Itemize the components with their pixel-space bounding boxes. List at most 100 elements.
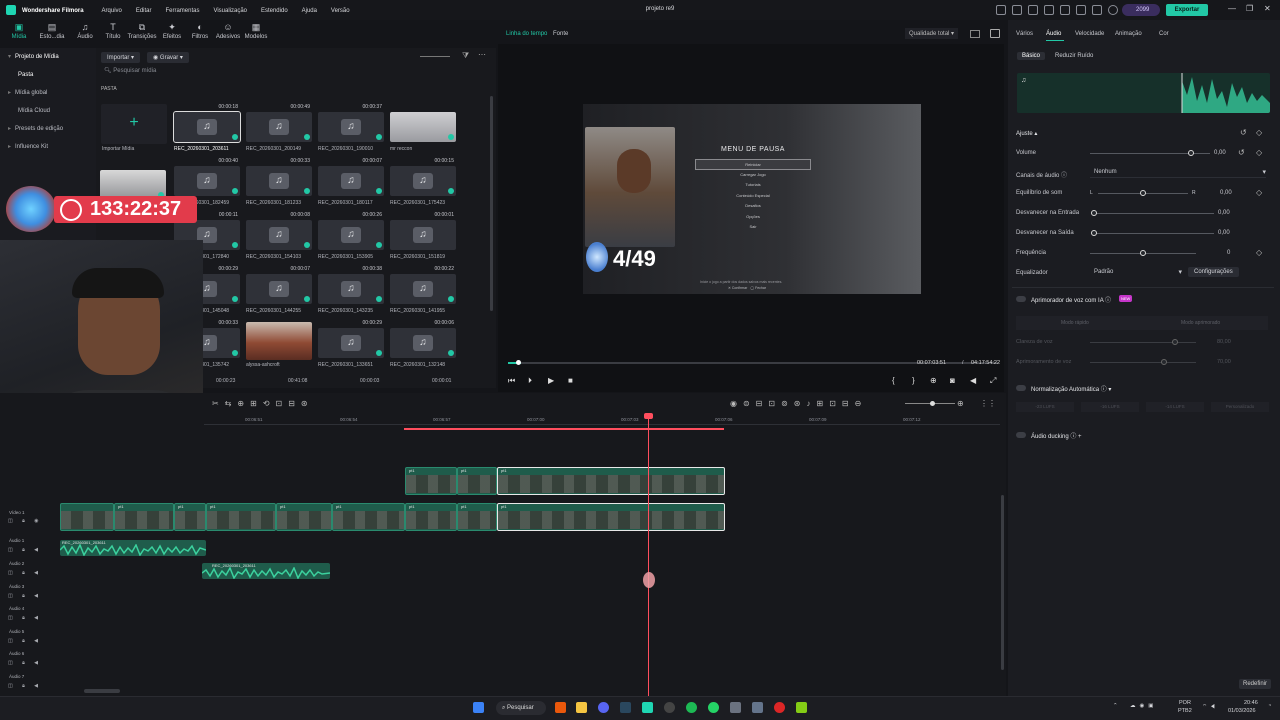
- more-icon[interactable]: ⋮⋮: [980, 399, 996, 408]
- sidebar-item-midia-cloud[interactable]: Mídia Cloud: [0, 102, 96, 120]
- ducking-toggle[interactable]: [1016, 432, 1026, 438]
- tab-animacao[interactable]: Animação: [1115, 31, 1142, 37]
- tab-stock-media[interactable]: ▤ Esto...dia: [37, 22, 67, 40]
- menu-ajuda[interactable]: Ajuda: [302, 8, 317, 14]
- taskbar-search[interactable]: ⌕ Pesquisar: [496, 701, 546, 715]
- timeline-toolbar-right[interactable]: ◉⊜⊟⊡⊚⊛♪⊞⊡⊟⊖: [730, 399, 867, 408]
- equalizer-config-button[interactable]: Configurações: [1188, 267, 1239, 277]
- fullscreen-icon[interactable]: ⤢: [990, 376, 996, 386]
- lufs-option[interactable]: -14 LUFS: [1146, 402, 1204, 412]
- sidebar-item-midia-global[interactable]: ▸ Mídia global: [0, 84, 96, 102]
- volume-knob[interactable]: [1187, 150, 1194, 156]
- opera-icon[interactable]: [774, 702, 785, 713]
- stop-icon[interactable]: ■: [568, 376, 573, 385]
- video-clip[interactable]: pt1: [114, 503, 174, 531]
- sidebar-item-influence-kit[interactable]: ▸ Influence Kit: [0, 138, 96, 156]
- search-media[interactable]: 🔍︎ Pesquisar mídia: [104, 67, 156, 74]
- reset-button[interactable]: Redefinir: [1239, 679, 1272, 689]
- search-input[interactable]: Pesquisar mídia: [113, 68, 156, 74]
- brave-browser-icon[interactable]: [555, 702, 566, 713]
- discord-icon[interactable]: [598, 702, 609, 713]
- tray-icons[interactable]: ☁◉▣: [1130, 703, 1158, 709]
- app-icon[interactable]: [730, 702, 741, 713]
- media-item[interactable]: [390, 112, 456, 142]
- fade-out-knob[interactable]: [1091, 230, 1097, 236]
- keyframe-icon[interactable]: ◇: [1256, 128, 1262, 137]
- ai-voice-mode-switch[interactable]: [1016, 316, 1268, 330]
- tab-modelos[interactable]: ▦ Modelos: [241, 22, 271, 40]
- grid-view-icon[interactable]: [970, 30, 980, 38]
- mode-enhanced[interactable]: Modo aprimorado: [1181, 320, 1220, 326]
- media-item[interactable]: 00:00:18 ♫: [173, 104, 241, 143]
- credits-badge[interactable]: 2099: [1122, 4, 1160, 16]
- track-controls[interactable]: ◫ 🔒︎ ◀: [8, 547, 42, 553]
- volume-value[interactable]: 0,00: [1214, 150, 1226, 156]
- channels-dropdown[interactable]: Nenhum ▾: [1090, 168, 1266, 178]
- keyframe-icon[interactable]: ◇: [1256, 248, 1262, 257]
- notepad-icon[interactable]: [796, 702, 807, 713]
- track-controls[interactable]: ◫ 🔒︎ ◀: [8, 660, 42, 666]
- windows-start-icon[interactable]: [473, 702, 484, 713]
- clarity-knob[interactable]: [1171, 339, 1178, 345]
- play-icon[interactable]: ▶: [548, 376, 554, 385]
- media-item[interactable]: 00:00:37 ♫: [318, 104, 384, 142]
- media-item[interactable]: 00:00:38 ♫: [318, 266, 384, 304]
- media-item[interactable]: 00:00:33 ♫: [246, 158, 312, 196]
- keyframe-icon[interactable]: ◇: [1256, 188, 1262, 197]
- tab-efeitos[interactable]: ✦ Efeitos: [157, 22, 187, 40]
- timeline-toolbar[interactable]: ✂⇆⊕⊞⟲⊡⊟⊛: [212, 399, 314, 408]
- video-clip-selected[interactable]: pt1: [497, 503, 725, 531]
- media-item[interactable]: 00:00:40 ♫: [174, 158, 240, 196]
- subtab-reduzir-ruido[interactable]: Reduzir Ruído: [1050, 52, 1098, 60]
- media-item[interactable]: 00:00:26 ♫: [318, 212, 384, 250]
- sidebar-item-presets[interactable]: ▸ Presets de edição: [0, 120, 96, 138]
- ai-voice-toggle[interactable]: [1016, 296, 1026, 302]
- lufs-option[interactable]: -16 LUFS: [1081, 402, 1139, 412]
- timeline-h-scrollbar[interactable]: [84, 689, 120, 693]
- file-explorer-icon[interactable]: [576, 702, 587, 713]
- tab-filtros[interactable]: ◐ Filtros: [185, 22, 215, 40]
- whatsapp-icon[interactable]: [708, 702, 719, 713]
- tab-titulo[interactable]: T Título: [98, 22, 128, 40]
- track-controls[interactable]: ◫ 🔒︎ ◀: [8, 615, 42, 621]
- video-clip[interactable]: pt1: [332, 503, 405, 531]
- export-button[interactable]: Exportar: [1166, 4, 1208, 16]
- playhead-handle[interactable]: [644, 413, 653, 419]
- media-item[interactable]: 00:00:07 ♫: [318, 158, 384, 196]
- track-controls[interactable]: ◫ 🔒︎ ◉: [8, 518, 43, 524]
- zoom-knob[interactable]: [930, 401, 935, 406]
- video-clip-selected[interactable]: pt1: [497, 467, 725, 495]
- sidebar-item-pasta[interactable]: Pasta: [0, 66, 96, 84]
- video-clip[interactable]: pt1: [457, 503, 497, 531]
- adjust-section[interactable]: Ajuste ▴: [1016, 130, 1037, 137]
- fade-out-value[interactable]: 0,00: [1218, 230, 1230, 236]
- close-icon[interactable]: ✕: [1264, 4, 1271, 13]
- tab-timeline[interactable]: Linha do tempo: [506, 31, 547, 37]
- tray-overflow-icon[interactable]: ⌃: [1113, 703, 1118, 709]
- lufs-option[interactable]: -23 LUFS: [1016, 402, 1074, 412]
- volume-icon[interactable]: ◀: [970, 376, 976, 385]
- fade-out-slider[interactable]: [1094, 233, 1214, 234]
- timeline-scrollbar[interactable]: [1001, 495, 1004, 670]
- video-clip[interactable]: pt1: [276, 503, 332, 531]
- snapshot-icon[interactable]: [990, 29, 1000, 38]
- media-item[interactable]: 00:00:49 ♫: [246, 104, 312, 142]
- sidebar-item-projeto[interactable]: ▾ Projeto de Mídia: [0, 48, 96, 66]
- fade-in-value[interactable]: 0,00: [1218, 210, 1230, 216]
- enhance-slider[interactable]: [1090, 362, 1196, 363]
- lufs-option[interactable]: Personalizado: [1211, 402, 1269, 412]
- balance-knob[interactable]: [1140, 190, 1146, 196]
- minimize-icon[interactable]: —: [1228, 4, 1236, 13]
- import-button[interactable]: Importar ▾: [101, 52, 141, 63]
- app-icon[interactable]: [752, 702, 763, 713]
- menu-estendido[interactable]: Estendido: [261, 8, 288, 14]
- mark-in-icon[interactable]: {: [892, 376, 895, 385]
- thumb-size-slider[interactable]: [420, 56, 450, 57]
- video-clip[interactable]: pt1: [174, 503, 206, 531]
- video-clip[interactable]: pt1: [405, 467, 457, 495]
- filmora-taskbar-icon[interactable]: [642, 702, 653, 713]
- media-item[interactable]: 00:00:15 ♫: [390, 158, 456, 196]
- fade-in-knob[interactable]: [1091, 210, 1097, 216]
- tab-adesivos[interactable]: ☺ Adesivos: [213, 22, 243, 40]
- tab-audio[interactable]: ♫ Áudio: [70, 22, 100, 40]
